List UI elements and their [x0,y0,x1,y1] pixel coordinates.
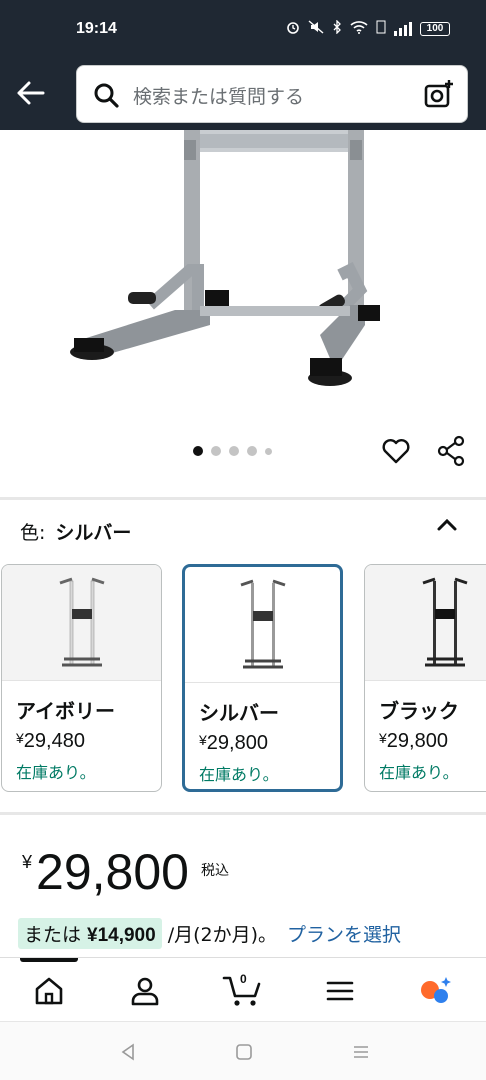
variant-name: アイボリー [16,699,115,723]
nav-rufus[interactable] [418,974,452,1008]
cart-count: 0 [240,972,247,986]
nav-menu[interactable] [323,974,357,1008]
rufus-ai-icon [421,977,451,1003]
alarm-icon [286,20,300,37]
mute-icon [308,20,324,37]
variant-card-silver[interactable]: シルバー ¥29,800 在庫あり。 [182,564,343,792]
search-icon [94,83,119,108]
variant-stock: 在庫あり。 [379,763,459,782]
variant-price-value: 29,800 [386,730,448,752]
user-icon [131,977,159,1006]
pagination-dot[interactable] [211,446,221,456]
bottom-nav: 0 [0,957,486,1021]
pagination-dot[interactable] [265,447,272,455]
installment-suffix: /月(2か月)。 [167,924,278,946]
bluetooth-icon [332,19,342,37]
variant-thumbnail [365,565,486,681]
price-tax-label: 税込 [200,863,229,879]
status-bar: 19:14 100 [0,0,486,62]
variant-name: シルバー [199,701,279,725]
variant-image [59,577,104,667]
search-input[interactable]: 検索または質問する [133,82,304,109]
pagination-dot[interactable] [247,446,257,456]
home-icon [35,977,63,1005]
nav-home[interactable] [32,974,66,1008]
volte-icon [376,20,386,37]
pagination-dot[interactable] [193,446,203,456]
battery-icon: 100 [420,21,450,36]
camera-search-icon[interactable] [423,78,455,110]
system-navigation-bar [0,1021,486,1080]
back-button[interactable] [14,76,48,110]
variant-thumbnail [185,567,340,683]
variant-name: ブラック [379,699,459,723]
variant-price: ¥29,800 [379,730,486,753]
price-block: ¥ 29,800 税込 [22,842,229,902]
system-home-icon[interactable] [234,1042,254,1062]
variant-card-ivory[interactable]: アイボリー ¥29,480 在庫あり。 [1,564,162,792]
status-icons: 100 [286,19,450,37]
variant-price-value: 29,800 [206,732,268,754]
yen-symbol: ¥ [199,732,207,748]
status-time: 19:14 [76,20,117,37]
system-back-icon[interactable] [118,1042,138,1062]
variant-stock: 在庫あり。 [16,763,96,782]
pagination-dot[interactable] [229,446,239,456]
share-button[interactable] [436,435,466,467]
product-image[interactable] [0,130,486,430]
active-tab-indicator [20,958,78,962]
color-variants-carousel[interactable]: アイボリー ¥29,480 在庫あり。 シルバー ¥29,800 在庫あり。 ブ… [0,564,486,794]
wifi-icon [350,20,368,37]
price-amount: 29,800 [36,844,189,900]
variant-stock: 在庫あり。 [199,765,279,784]
variant-card-black[interactable]: ブラック ¥29,800 在庫あり。 [364,564,486,792]
nav-account[interactable] [128,974,162,1008]
color-selector-header: 色: シルバー [20,518,131,545]
menu-icon [326,981,354,1001]
color-label: 色: [20,522,46,544]
variant-image [422,577,467,667]
variant-price: ¥29,480 [16,730,161,753]
header: 検索または質問する [0,62,486,130]
heart-icon [382,439,410,464]
yen-symbol: ¥ [16,730,24,746]
image-pagination-dots [193,446,272,456]
selected-color: シルバー [55,522,132,544]
section-divider [0,812,486,815]
section-divider [0,497,486,500]
variant-price-value: 29,480 [23,730,85,752]
wishlist-button[interactable] [381,436,411,466]
variant-thumbnail [2,565,161,681]
variant-image [240,579,285,669]
select-plan-link[interactable]: プランを選択 [287,920,401,947]
yen-symbol: ¥ [379,730,387,746]
installment-prefix: または [24,924,82,946]
installment-badge: または ¥14,900 [18,918,162,949]
installment-row: または ¥14,900 /月(2か月)。 プランを選択 [18,918,401,949]
signal-icon [394,21,412,36]
share-icon [437,435,465,467]
installment-amount: ¥14,900 [87,925,156,946]
search-bar[interactable]: 検索または質問する [76,65,468,123]
system-recents-icon[interactable] [351,1042,371,1062]
variant-price: ¥29,800 [199,732,340,755]
chevron-up-icon[interactable] [436,516,458,532]
arrow-left-icon [17,81,45,105]
price-currency: ¥ [22,852,33,872]
nav-cart[interactable]: 0 [222,972,262,1008]
